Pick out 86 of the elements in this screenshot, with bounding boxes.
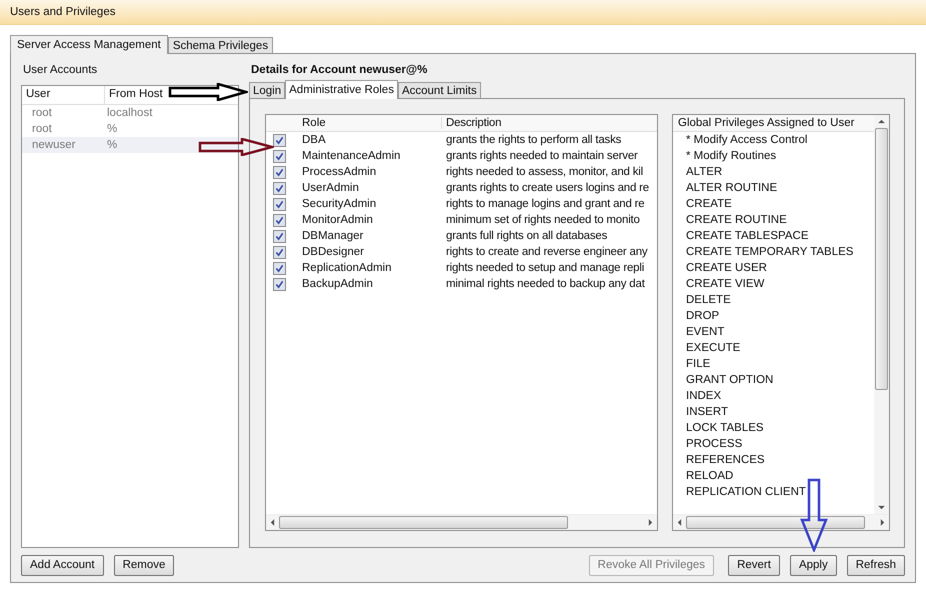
checkbox[interactable] <box>272 214 286 226</box>
role-description: rights to manage logins and grant and re <box>445 198 646 210</box>
column-header[interactable]: Global Privileges Assigned to User <box>673 115 874 132</box>
window-title: Users and Privileges <box>10 6 116 18</box>
privilege-item: CREATE USER <box>685 261 768 276</box>
scroll-up-icon[interactable] <box>878 119 885 124</box>
role-name: DBManager <box>301 230 364 242</box>
role-description: rights needed to setup and manage repli <box>445 262 646 274</box>
vertical-scrollbar[interactable] <box>874 115 889 514</box>
privilege-item: RELOAD <box>685 469 734 484</box>
checkbox[interactable] <box>272 166 286 178</box>
scroll-right-icon[interactable] <box>648 519 653 526</box>
scroll-down-icon[interactable] <box>878 505 885 510</box>
checkbox[interactable] <box>272 134 286 146</box>
action-button[interactable]: Apply <box>790 554 837 576</box>
checkbox[interactable] <box>272 198 286 210</box>
action-button[interactable]: Remove <box>114 554 174 576</box>
role-name: ProcessAdmin <box>301 166 378 178</box>
role-name: BackupAdmin <box>301 278 374 290</box>
role-description: grants rights needed to maintain server <box>445 150 639 162</box>
column-header[interactable]: Description <box>442 117 657 129</box>
details-title: Details for Account newuser@% <box>250 63 428 78</box>
account-row[interactable]: newuser % <box>22 137 238 153</box>
tab[interactable]: Account Limits <box>398 82 481 98</box>
checkbox[interactable] <box>272 262 286 274</box>
column-header[interactable]: User <box>22 86 105 104</box>
column-header[interactable]: Role <box>292 117 442 129</box>
horizontal-scrollbar[interactable] <box>673 514 889 530</box>
privilege-item: ALTER <box>685 165 724 180</box>
privilege-item: ALTER ROUTINE <box>685 181 778 196</box>
scroll-left-icon[interactable] <box>677 519 682 526</box>
role-description: minimal rights needed to backup any dat <box>445 278 646 290</box>
privilege-item: REPLICATION CLIENT <box>685 485 807 500</box>
privilege-item: * Modify Routines <box>685 149 778 164</box>
account-row[interactable]: root localhost <box>22 105 238 121</box>
role-description: grants the rights to perform all tasks <box>445 134 622 146</box>
privilege-item: EXECUTE <box>685 341 742 356</box>
checkbox[interactable] <box>272 230 286 242</box>
role-description: rights needed to assess, monitor, and kil <box>445 166 644 178</box>
privilege-item: CREATE VIEW <box>685 277 766 292</box>
privilege-item: FILE <box>685 357 712 372</box>
privilege-item: CREATE TEMPORARY TABLES <box>685 245 854 260</box>
tab[interactable]: Schema Privileges <box>168 37 274 53</box>
action-button[interactable]: Refresh <box>846 554 905 576</box>
privilege-item: DROP <box>685 309 720 324</box>
privilege-item: * Modify Access Control <box>685 133 808 148</box>
privilege-item: INSERT <box>685 405 729 420</box>
privilege-item: LOCK TABLES <box>685 421 765 436</box>
privilege-item: CREATE TABLESPACE <box>685 229 810 244</box>
tab[interactable]: Server Access Management <box>10 35 168 54</box>
checkbox[interactable] <box>272 182 286 194</box>
horizontal-scrollbar[interactable] <box>266 514 657 530</box>
privilege-item: EVENT <box>685 325 726 340</box>
role-name: DBA <box>301 134 327 146</box>
privilege-item: DELETE <box>685 293 732 308</box>
scrollbar-thumb[interactable] <box>279 516 568 529</box>
role-name: ReplicationAdmin <box>301 262 392 274</box>
checkbox[interactable] <box>272 150 286 162</box>
role-description: rights to create and reverse engineer any <box>445 246 648 258</box>
role-description: minimum set of rights needed to monito <box>445 214 641 226</box>
scroll-right-icon[interactable] <box>880 519 885 526</box>
role-name: MaintenanceAdmin <box>301 150 402 162</box>
privilege-item: CREATE <box>685 197 733 212</box>
privilege-item: INDEX <box>685 389 722 404</box>
privilege-item: REFERENCES <box>685 453 766 468</box>
role-description: grants rights to create users logins and re <box>445 182 650 194</box>
role-name: UserAdmin <box>301 182 360 194</box>
role-name: DBDesigner <box>301 246 365 258</box>
checkbox[interactable] <box>272 246 286 258</box>
section-title: User Accounts <box>22 63 98 78</box>
checkbox[interactable] <box>272 278 286 290</box>
scrollbar-thumb[interactable] <box>686 516 865 529</box>
scroll-left-icon[interactable] <box>270 519 275 526</box>
account-row[interactable]: root % <box>22 121 238 137</box>
tab[interactable]: Login <box>249 82 286 98</box>
role-name: MonitorAdmin <box>301 214 374 226</box>
privilege-item: PROCESS <box>685 437 744 452</box>
role-name: SecurityAdmin <box>301 198 378 210</box>
action-button[interactable]: Revert <box>728 554 780 576</box>
privilege-item: GRANT OPTION <box>685 373 774 388</box>
scrollbar-thumb[interactable] <box>875 128 888 390</box>
privilege-item: CREATE ROUTINE <box>685 213 788 228</box>
action-button[interactable]: Add Account <box>21 554 104 576</box>
tab[interactable]: Administrative Roles <box>285 80 398 99</box>
column-header[interactable]: From Host <box>105 86 167 104</box>
role-description: grants full rights on all databases <box>445 230 608 242</box>
